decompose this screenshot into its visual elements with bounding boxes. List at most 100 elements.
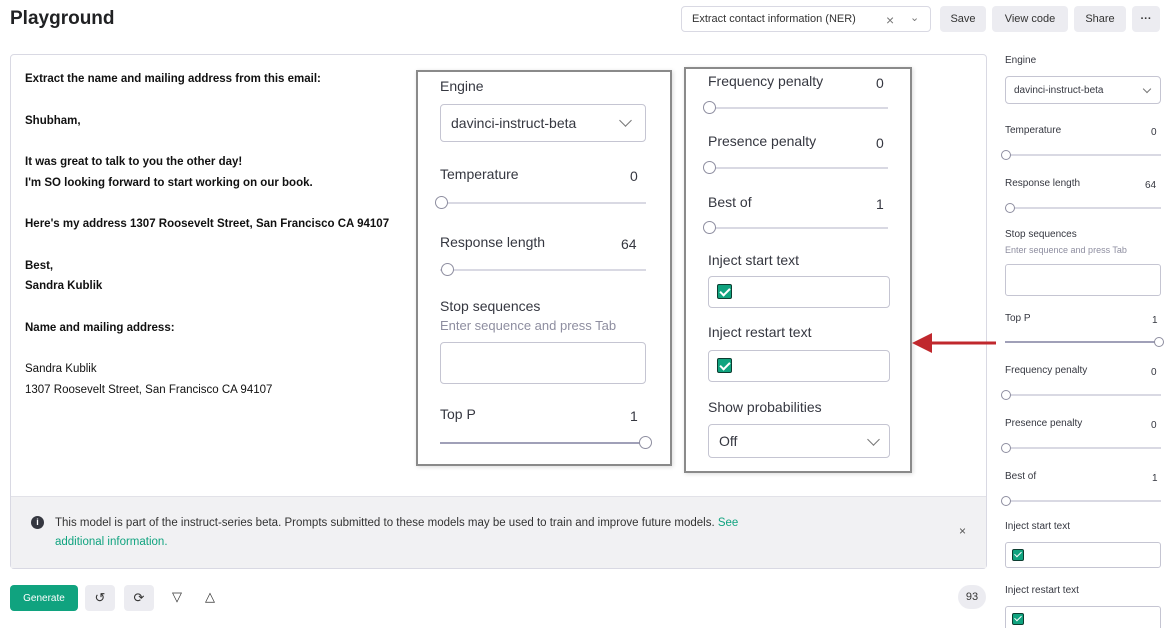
- undo-icon[interactable]: ↺: [85, 585, 115, 611]
- prompt-line: Here's my address 1307 Roosevelt Street,…: [25, 218, 390, 230]
- stop-sequences-input[interactable]: [1005, 264, 1161, 296]
- thumbs-up-icon[interactable]: △: [205, 589, 215, 605]
- inject-start-input[interactable]: [708, 276, 890, 308]
- temperature-slider-track[interactable]: [1005, 154, 1161, 156]
- frequency-penalty-value: 0: [876, 75, 884, 91]
- presence-penalty-slider-handle[interactable]: [1001, 443, 1011, 453]
- show-probabilities-value: Off: [719, 433, 738, 449]
- inject-start-label: Inject start text: [708, 252, 800, 268]
- inject-start-input[interactable]: [1005, 542, 1161, 568]
- best-of-slider-track[interactable]: [1005, 500, 1161, 502]
- stop-sequences-hint: Enter sequence and press Tab: [1005, 245, 1127, 255]
- frequency-penalty-value: 0: [1151, 367, 1157, 378]
- inject-start-checkbox[interactable]: [717, 284, 732, 299]
- presence-penalty-label: Presence penalty: [1005, 418, 1083, 429]
- temperature-slider-handle[interactable]: [1001, 150, 1011, 160]
- stop-sequences-label: Stop sequences: [1005, 229, 1077, 240]
- best-of-value: 1: [876, 196, 884, 212]
- best-of-slider-handle[interactable]: [703, 221, 716, 234]
- stop-sequences-label: Stop sequences: [440, 298, 541, 314]
- temperature-slider-handle[interactable]: [435, 196, 448, 209]
- engine-value: davinci-instruct-beta: [1014, 84, 1104, 96]
- temperature-slider-track[interactable]: [440, 202, 646, 204]
- stop-sequences-input[interactable]: [440, 342, 646, 384]
- response-length-slider-handle[interactable]: [1005, 203, 1015, 213]
- engine-label: Engine: [440, 78, 484, 94]
- completion-name: Sandra Kublik: [25, 363, 97, 375]
- prompt-signoff: Best,: [25, 259, 54, 272]
- prompt-text[interactable]: Extract the name and mailing address fro…: [25, 69, 425, 400]
- arrow-left-icon: [912, 333, 996, 353]
- presence-penalty-value: 0: [1151, 420, 1157, 431]
- share-button[interactable]: Share: [1074, 6, 1126, 32]
- temperature-value: 0: [1151, 127, 1157, 138]
- presence-penalty-slider-track[interactable]: [708, 167, 888, 169]
- frequency-penalty-label: Frequency penalty: [1005, 365, 1088, 376]
- inject-restart-input[interactable]: [1005, 606, 1161, 628]
- inject-start-label: Inject start text: [1005, 521, 1071, 532]
- presence-penalty-slider-track[interactable]: [1005, 447, 1161, 449]
- engine-select[interactable]: davinci-instruct-beta: [1005, 76, 1161, 104]
- prompt-line: I'm SO looking forward to start working …: [25, 176, 313, 189]
- preset-select[interactable]: Extract contact information (NER) × ⌄: [681, 6, 931, 32]
- top-p-slider-track[interactable]: [440, 442, 646, 444]
- presence-penalty-value: 0: [876, 135, 884, 151]
- view-code-button[interactable]: View code: [992, 6, 1068, 32]
- response-length-label: Response length: [440, 234, 546, 250]
- prompt-line: It was great to talk to you the other da…: [25, 156, 243, 168]
- response-length-label: Response length: [1005, 178, 1081, 189]
- beta-notice: i This model is part of the instruct-ser…: [11, 496, 986, 568]
- engine-value: davinci-instruct-beta: [451, 115, 577, 131]
- chevron-down-icon[interactable]: ⌄: [910, 11, 919, 24]
- additional-info-link[interactable]: additional information.: [55, 536, 168, 548]
- settings-zoom-panel-right: Frequency penalty 0 Presence penalty 0 B…: [684, 67, 912, 473]
- more-options-button[interactable]: ···: [1132, 6, 1160, 32]
- inject-restart-checkbox[interactable]: [717, 358, 732, 373]
- top-p-slider-track[interactable]: [1005, 341, 1157, 343]
- prompt-instruction: Extract the name and mailing address fro…: [25, 73, 321, 85]
- inject-restart-checkbox[interactable]: [1012, 613, 1024, 625]
- presence-penalty-slider-handle[interactable]: [703, 161, 716, 174]
- close-icon[interactable]: ×: [886, 12, 894, 28]
- frequency-penalty-slider-track[interactable]: [1005, 394, 1161, 396]
- generate-button[interactable]: Generate: [10, 585, 78, 611]
- top-p-slider-handle[interactable]: [639, 436, 652, 449]
- prompt-output-label: Name and mailing address:: [25, 321, 175, 334]
- prompt-signature: Sandra Kublik: [25, 280, 103, 292]
- engine-select[interactable]: davinci-instruct-beta: [440, 104, 646, 142]
- close-icon[interactable]: ×: [959, 524, 966, 538]
- response-length-slider-handle[interactable]: [441, 263, 454, 276]
- response-length-value: 64: [621, 236, 637, 252]
- thumbs-down-icon[interactable]: ▽: [172, 589, 182, 605]
- see-link[interactable]: See: [718, 517, 738, 529]
- top-p-slider-handle[interactable]: [1154, 337, 1164, 347]
- token-count: 93: [958, 585, 986, 609]
- show-probabilities-select[interactable]: Off: [708, 424, 890, 458]
- response-length-slider-track[interactable]: [440, 269, 646, 271]
- presence-penalty-label: Presence penalty: [708, 133, 817, 149]
- frequency-penalty-slider-handle[interactable]: [1001, 390, 1011, 400]
- inject-start-checkbox[interactable]: [1012, 549, 1024, 561]
- notice-message: This model is part of the instruct-serie…: [55, 517, 715, 529]
- chevron-down-icon: [619, 114, 632, 127]
- stop-sequences-hint: Enter sequence and press Tab: [440, 318, 617, 333]
- chevron-down-icon: [867, 433, 880, 446]
- inject-restart-label: Inject restart text: [1005, 585, 1079, 596]
- regenerate-icon[interactable]: ⟳: [124, 585, 154, 611]
- save-button[interactable]: Save: [940, 6, 986, 32]
- temperature-value: 0: [630, 168, 638, 184]
- inject-restart-input[interactable]: [708, 350, 890, 382]
- top-p-value: 1: [630, 408, 638, 424]
- chevron-down-icon: [1142, 84, 1152, 94]
- top-p-label: Top P: [1005, 313, 1031, 324]
- best-of-slider-handle[interactable]: [1001, 496, 1011, 506]
- response-length-value: 64: [1145, 180, 1157, 191]
- best-of-slider-track[interactable]: [708, 227, 888, 229]
- temperature-label: Temperature: [1005, 125, 1062, 136]
- frequency-penalty-slider-handle[interactable]: [703, 101, 716, 114]
- frequency-penalty-label: Frequency penalty: [708, 73, 824, 89]
- completion-address: 1307 Roosevelt Street, San Francisco CA …: [25, 383, 273, 396]
- frequency-penalty-slider-track[interactable]: [708, 107, 888, 109]
- response-length-slider-track[interactable]: [1005, 207, 1161, 209]
- notice-text: This model is part of the instruct-serie…: [55, 514, 915, 552]
